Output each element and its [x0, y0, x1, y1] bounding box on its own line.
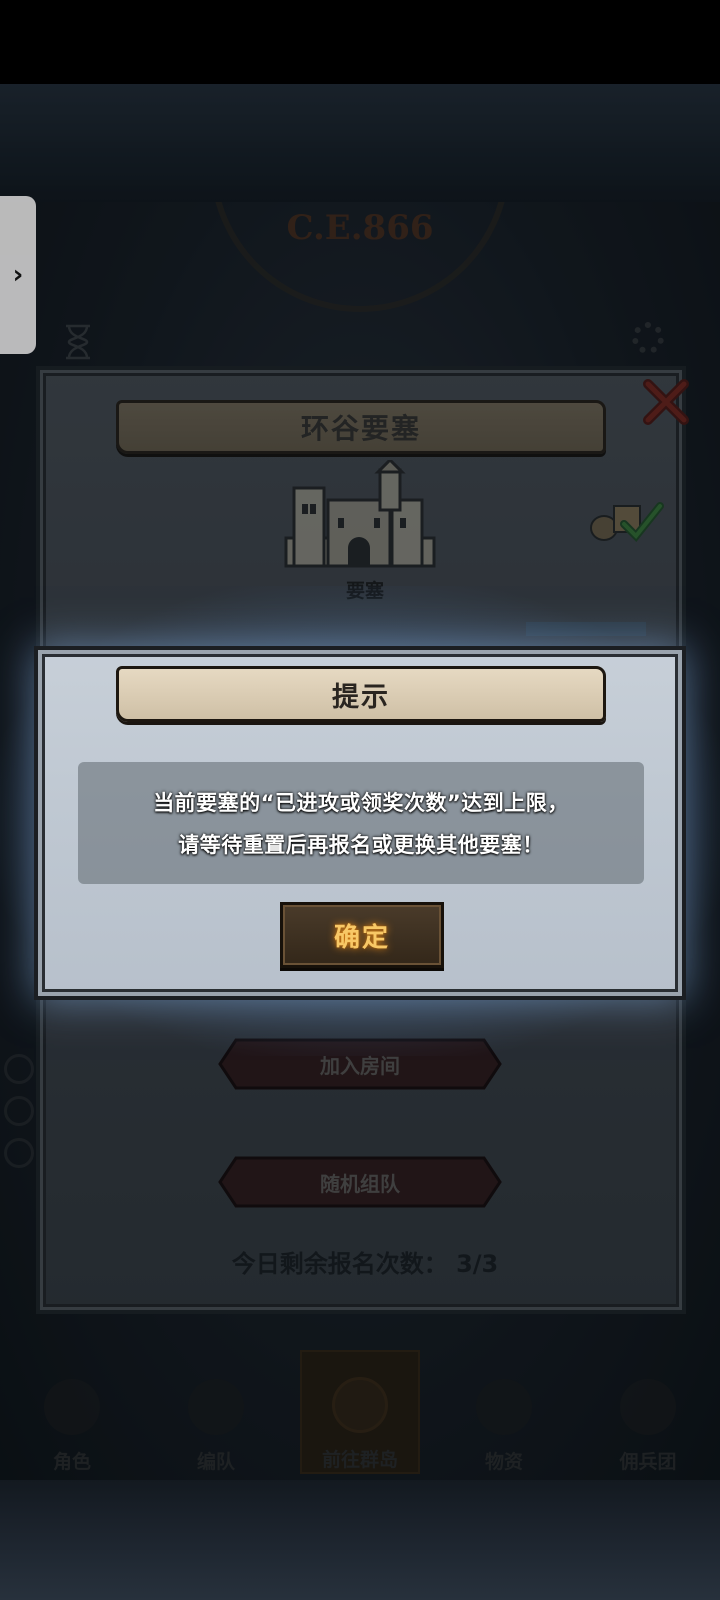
reward-claimed-check-icon [590, 502, 664, 542]
fortress-title: 环谷要塞 [116, 400, 606, 454]
message-box: 当前要塞的“已进攻或领奖次数”达到上限， 请等待重置后再报名或更换其他要塞！ [78, 762, 644, 884]
nav-item-supplies[interactable]: 物资 [444, 1350, 564, 1474]
nav-label: 前往群岛 [321, 1449, 398, 1471]
character-icon [44, 1379, 100, 1435]
confirm-button[interactable]: 确定 [280, 902, 444, 968]
compass-icon [332, 1377, 388, 1433]
nav-item-character[interactable]: 角色 [12, 1350, 132, 1474]
hourglass-icon [66, 324, 90, 360]
message-line-1: 当前要塞的“已进攻或领奖次数”达到上限， [153, 791, 569, 815]
prompt-dialog: 提示 当前要塞的“已进攻或领奖次数”达到上限， 请等待重置后再报名或更换其他要塞… [34, 646, 686, 1000]
left-widget-icon [4, 1096, 34, 1126]
left-widget-icon [4, 1138, 34, 1168]
nav-label: 物资 [484, 1451, 523, 1473]
supplies-icon [476, 1379, 532, 1435]
era-label: C.E.866 [286, 208, 434, 248]
left-side-widgets [0, 1042, 40, 1202]
bottom-nav: 角色 编队 前往群岛 物资 佣兵团 [0, 1330, 720, 1480]
side-drawer-tab[interactable]: › [0, 196, 36, 354]
confirm-label: 确定 [333, 922, 390, 953]
mercenary-icon [620, 1379, 676, 1435]
close-icon[interactable] [640, 376, 692, 428]
nav-item-formation[interactable]: 编队 [156, 1350, 276, 1474]
random-team-label: 随机组队 [320, 1171, 400, 1196]
formation-icon [188, 1379, 244, 1435]
remaining-signups-text: 今日剩余报名次数： 3/3 [231, 1250, 499, 1278]
fortress-castle-icon [284, 460, 436, 568]
dialog-title: 提示 [332, 681, 390, 713]
nav-item-mercenaries[interactable]: 佣兵团 [588, 1350, 708, 1474]
gear-icon[interactable] [632, 322, 664, 354]
message-line-2: 请等待重置后再报名或更换其他要塞！ [178, 833, 544, 857]
nav-label: 编队 [196, 1451, 235, 1473]
nav-label: 角色 [52, 1451, 91, 1473]
chevron-right-icon: › [12, 260, 24, 290]
letterbox-bottom [0, 1480, 720, 1600]
left-widget-icon [4, 1054, 34, 1084]
dialog-title-banner: 提示 [116, 666, 606, 722]
nav-item-islands[interactable]: 前往群岛 [300, 1350, 420, 1474]
letterbox-top [0, 84, 720, 202]
status-bar [0, 0, 720, 84]
random-team-button[interactable]: 随机组队 [218, 1156, 502, 1208]
nav-label: 佣兵团 [619, 1451, 677, 1473]
